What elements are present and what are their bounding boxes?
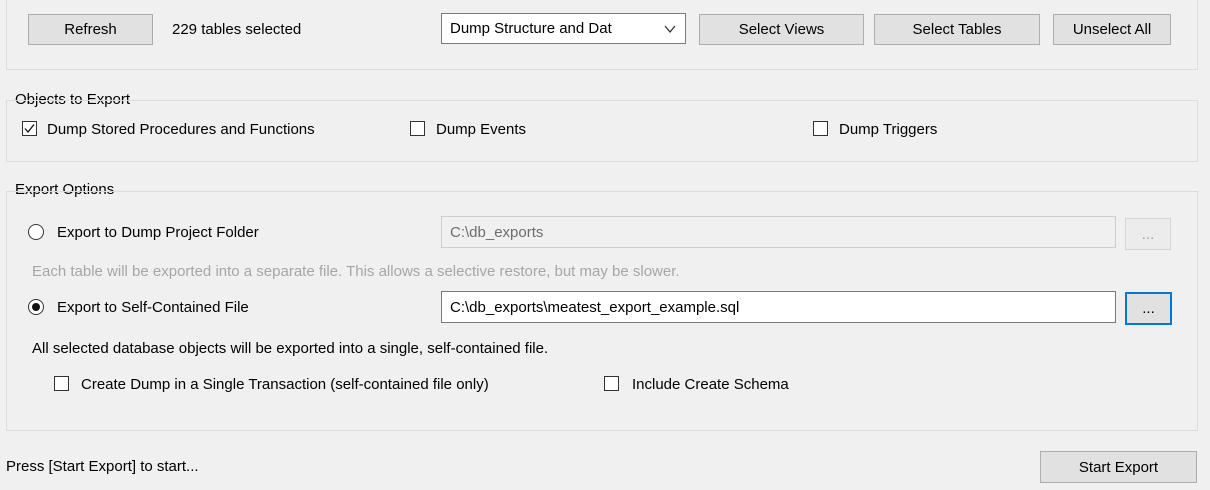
project-folder-label[interactable]: Export to Dump Project Folder <box>57 224 259 242</box>
dump-triggers-checkbox[interactable] <box>813 121 828 136</box>
select-views-button[interactable]: Select Views <box>699 14 864 45</box>
dump-procedures-checkbox[interactable] <box>22 121 37 136</box>
include-create-schema-label[interactable]: Include Create Schema <box>632 376 789 394</box>
dump-mode-select[interactable]: Dump Structure and Dat <box>441 13 686 44</box>
include-create-schema-checkbox[interactable] <box>604 376 619 391</box>
start-export-button[interactable]: Start Export <box>1040 451 1197 483</box>
dump-events-label[interactable]: Dump Events <box>436 121 526 139</box>
refresh-button[interactable]: Refresh <box>28 14 153 45</box>
status-text: Press [Start Export] to start... <box>6 458 199 475</box>
select-tables-button[interactable]: Select Tables <box>874 14 1040 45</box>
self-contained-label[interactable]: Export to Self-Contained File <box>57 299 249 317</box>
dump-procedures-label[interactable]: Dump Stored Procedures and Functions <box>47 121 315 139</box>
self-contained-hint: All selected database objects will be ex… <box>32 340 549 357</box>
self-contained-path: C:\db_exports\meatest_export_example.sql <box>450 298 740 316</box>
project-folder-hint: Each table will be exported into a separ… <box>32 263 680 280</box>
self-contained-path-input[interactable]: C:\db_exports\meatest_export_example.sql <box>441 291 1116 323</box>
checkmark-icon <box>24 124 35 134</box>
project-folder-path-input[interactable]: C:\db_exports <box>441 216 1116 248</box>
dump-triggers-label[interactable]: Dump Triggers <box>839 121 937 139</box>
single-transaction-checkbox[interactable] <box>54 376 69 391</box>
selection-status: 229 tables selected <box>172 21 302 38</box>
project-folder-browse-button[interactable]: ... <box>1125 218 1171 250</box>
unselect-all-button[interactable]: Unselect All <box>1053 14 1171 45</box>
radio-selected-icon <box>32 303 40 311</box>
project-folder-path: C:\db_exports <box>450 223 544 241</box>
project-folder-radio[interactable] <box>28 224 44 240</box>
dump-events-checkbox[interactable] <box>410 121 425 136</box>
dump-mode-value: Dump Structure and Dat <box>450 20 612 37</box>
self-contained-browse-button[interactable]: ... <box>1125 292 1172 325</box>
self-contained-radio[interactable] <box>28 299 44 315</box>
single-transaction-label[interactable]: Create Dump in a Single Transaction (sel… <box>81 376 489 394</box>
chevron-down-icon <box>664 25 676 34</box>
